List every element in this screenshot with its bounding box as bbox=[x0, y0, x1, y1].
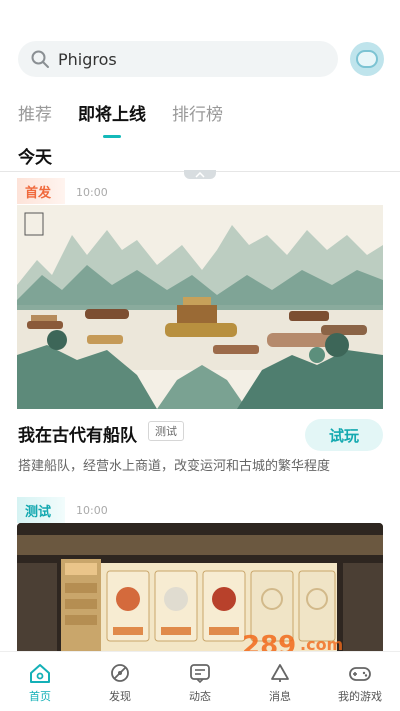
release-time: 10:00 bbox=[76, 504, 108, 517]
home-icon bbox=[30, 664, 50, 683]
search-input[interactable]: Phigros bbox=[58, 50, 117, 69]
nav-my-games-label: 我的游戏 bbox=[338, 690, 382, 703]
message-icon bbox=[271, 664, 289, 682]
nav-feed-label: 动态 bbox=[189, 690, 211, 703]
nav-feed[interactable]: 动态 bbox=[160, 652, 240, 711]
tab-ranking[interactable]: 排行榜 bbox=[172, 100, 223, 128]
gamepad-icon bbox=[349, 667, 371, 681]
section-title: 今天 bbox=[18, 148, 52, 168]
nav-my-games[interactable]: 我的游戏 bbox=[320, 652, 400, 711]
tab-active-indicator bbox=[103, 135, 121, 138]
tab-bar: 推荐 即将上线 排行榜 bbox=[18, 100, 223, 138]
chevron-up-icon bbox=[195, 171, 205, 178]
landscape-painting-image bbox=[17, 205, 383, 409]
nav-home[interactable]: 首页 bbox=[0, 652, 80, 711]
game-description: 搭建船队，经营水上商道，改变运河和古城的繁华程度 bbox=[18, 459, 331, 474]
game-banner[interactable] bbox=[17, 205, 383, 409]
game-title[interactable]: 我在古代有船队 bbox=[18, 421, 137, 446]
search-bar[interactable]: Phigros bbox=[18, 41, 338, 77]
tab-upcoming-label: 即将上线 bbox=[78, 105, 146, 125]
game-screenshot-image bbox=[17, 523, 383, 651]
first-release-badge: 首发 bbox=[17, 178, 66, 204]
release-time: 10:00 bbox=[76, 186, 108, 199]
nav-discover[interactable]: 发现 bbox=[80, 652, 160, 711]
avatar[interactable] bbox=[350, 42, 384, 76]
collapse-handle[interactable] bbox=[184, 170, 216, 179]
bottom-nav: 首页 发现 动态 消息 我的游戏 bbox=[0, 651, 400, 711]
tab-recommend[interactable]: 推荐 bbox=[18, 100, 52, 128]
test-tag: 测试 bbox=[148, 421, 184, 441]
avatar-icon bbox=[356, 50, 378, 68]
try-play-button[interactable]: 试玩 bbox=[305, 419, 383, 451]
discover-icon bbox=[111, 664, 129, 682]
game-banner[interactable] bbox=[17, 523, 383, 651]
test-badge: 测试 bbox=[17, 497, 66, 523]
nav-home-label: 首页 bbox=[29, 690, 51, 703]
nav-discover-label: 发现 bbox=[109, 690, 131, 703]
nav-messages-label: 消息 bbox=[269, 690, 291, 703]
search-icon bbox=[31, 50, 49, 68]
tab-upcoming[interactable]: 即将上线 bbox=[78, 100, 146, 138]
feed-icon bbox=[190, 664, 210, 684]
nav-messages[interactable]: 消息 bbox=[240, 652, 320, 711]
